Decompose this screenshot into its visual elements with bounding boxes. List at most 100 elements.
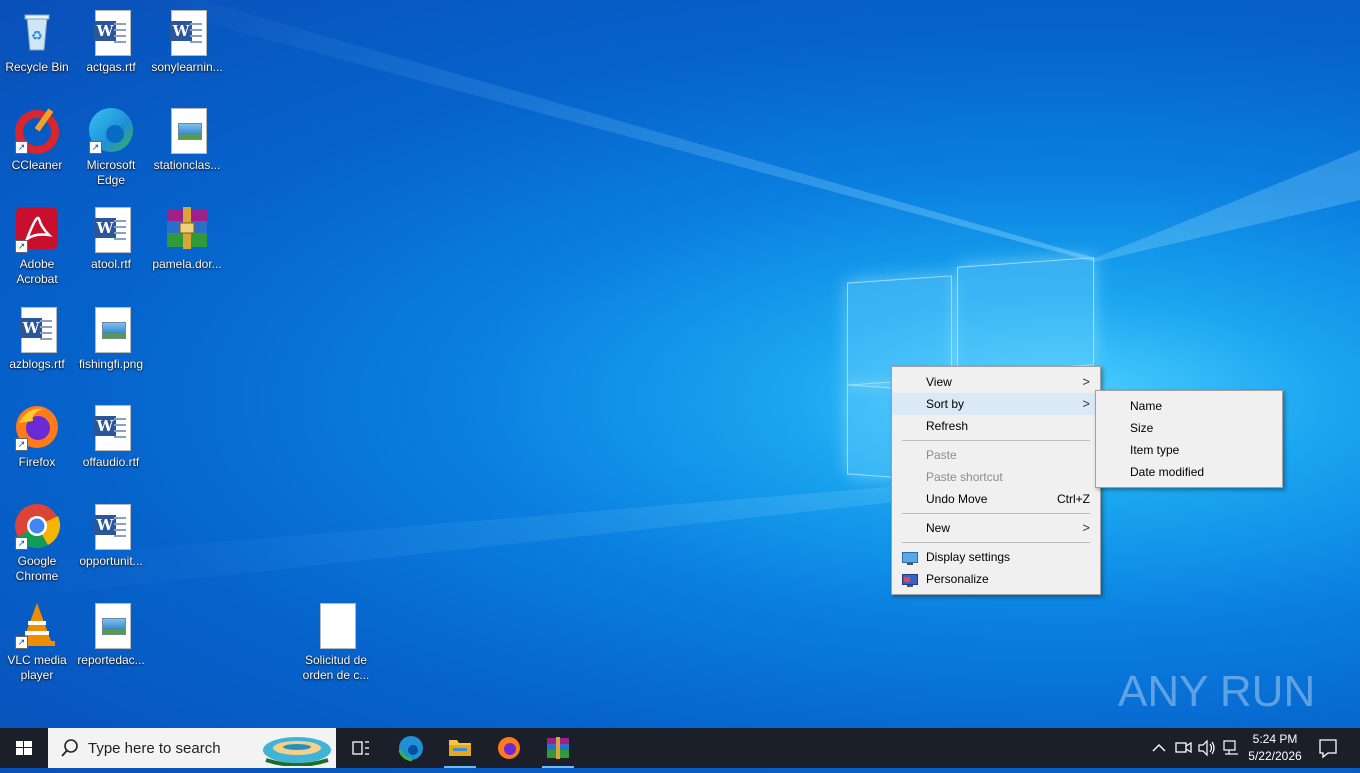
desktop-icon-actgas[interactable]: W actgas.rtf xyxy=(74,8,148,75)
menu-item-undo-move[interactable]: Undo Move Ctrl+Z xyxy=(892,488,1100,510)
menu-item-view[interactable]: View > xyxy=(892,371,1100,393)
menu-label: Paste xyxy=(926,448,957,462)
shortcut-label: Ctrl+Z xyxy=(1057,492,1090,506)
search-placeholder: Type here to search xyxy=(88,740,221,757)
volume-button[interactable] xyxy=(1196,728,1218,768)
menu-label: Item type xyxy=(1130,443,1180,457)
icon-label: Microsoft Edge xyxy=(86,158,136,187)
desktop-icon-pamela[interactable]: pamela.dor... xyxy=(150,205,224,272)
word-document-icon: W xyxy=(87,205,135,253)
menu-item-refresh[interactable]: Refresh xyxy=(892,415,1100,437)
chevron-right-icon: > xyxy=(1082,520,1090,535)
taskbar-winrar[interactable] xyxy=(537,728,579,768)
desktop-icon-opportunity[interactable]: W opportunit... xyxy=(74,502,148,569)
network-icon xyxy=(1223,740,1238,755)
anyrun-watermark: ANY RUN xyxy=(1118,656,1318,720)
icon-label: reportedac... xyxy=(77,653,145,667)
menu-label: Size xyxy=(1130,421,1154,435)
taskbar-search-box[interactable]: Type here to search xyxy=(48,728,336,768)
menu-item-new[interactable]: New > xyxy=(892,517,1100,539)
notification-icon xyxy=(1319,739,1337,759)
menu-label: Undo Move xyxy=(926,492,988,506)
chevron-right-icon: > xyxy=(1082,374,1090,389)
desktop-icon-sonylearning[interactable]: W sonylearnin... xyxy=(150,8,224,75)
desktop-icon-atool[interactable]: W atool.rtf xyxy=(74,205,148,272)
menu-separator xyxy=(902,440,1090,441)
show-hidden-icons-button[interactable] xyxy=(1148,728,1170,768)
winrar-icon xyxy=(547,737,569,759)
desktop-icon-google-chrome[interactable]: ↗ Google Chrome xyxy=(0,502,74,584)
image-file-icon xyxy=(87,305,135,353)
submenu-item-date-modified[interactable]: Date modified xyxy=(1096,461,1282,483)
icon-label: actgas.rtf xyxy=(86,60,136,74)
icon-label: fishingfi.png xyxy=(78,357,144,371)
desktop-context-menu: View > Sort by > Refresh Paste Paste short… xyxy=(891,366,1101,595)
anyrun-logo: ANY RUN xyxy=(1118,667,1315,716)
network-button[interactable] xyxy=(1220,728,1242,768)
menu-item-personalize[interactable]: Personalize xyxy=(892,568,1100,590)
icon-label: sonylearnin... xyxy=(151,60,223,74)
menu-label: Personalize xyxy=(926,572,989,586)
menu-label: Refresh xyxy=(926,419,969,433)
taskbar-edge[interactable] xyxy=(390,728,432,768)
desktop-icon-recycle-bin[interactable]: ♻ Recycle Bin xyxy=(0,8,74,75)
submenu-item-size[interactable]: Size xyxy=(1096,417,1282,439)
desktop-icon-vlc[interactable]: ↗ VLC media player xyxy=(0,601,74,683)
desktop-icon-microsoft-edge[interactable]: ↗ Microsoft Edge xyxy=(74,106,148,188)
word-document-icon: W xyxy=(87,502,135,550)
taskbar-firefox[interactable] xyxy=(488,728,530,768)
meet-now-button[interactable] xyxy=(1172,728,1194,768)
desktop-icon-fishingfi[interactable]: fishingfi.png xyxy=(74,305,148,372)
desktop[interactable]: ♻ Recycle Bin W actgas.rtf W sonylearnin… xyxy=(0,0,1360,728)
taskbar-file-explorer[interactable] xyxy=(439,728,481,768)
desktop-icon-offaudio[interactable]: W offaudio.rtf xyxy=(74,403,148,470)
winrar-archive-icon xyxy=(163,205,211,253)
edge-icon: ↗ xyxy=(87,106,135,154)
desktop-icon-firefox[interactable]: ↗ Firefox xyxy=(0,403,74,470)
desktop-icon-solicitud[interactable]: Solicitud de orden de c... xyxy=(299,601,373,683)
svg-text:ANY RUN: ANY RUN xyxy=(1118,667,1315,716)
icon-label: offaudio.rtf xyxy=(82,455,140,469)
word-document-icon: W xyxy=(87,8,135,56)
icon-label: opportunit... xyxy=(79,554,143,568)
firefox-icon xyxy=(498,737,520,759)
menu-item-sort-by[interactable]: Sort by > xyxy=(892,393,1100,415)
icon-label: Firefox xyxy=(18,455,56,469)
camera-icon xyxy=(1175,741,1192,754)
menu-label: Display settings xyxy=(926,550,1011,564)
icon-label: Google Chrome xyxy=(15,554,59,583)
submenu-item-item-type[interactable]: Item type xyxy=(1096,439,1282,461)
submenu-item-name[interactable]: Name xyxy=(1096,395,1282,417)
icon-label: azblogs.rtf xyxy=(9,357,65,371)
folder-icon xyxy=(449,740,471,756)
icon-label: stationclas... xyxy=(153,158,221,172)
menu-item-paste[interactable]: Paste xyxy=(892,444,1100,466)
edge-icon xyxy=(398,736,423,762)
chrome-icon: ↗ xyxy=(13,502,61,550)
menu-label: View xyxy=(926,375,952,389)
clock-time: 5:24 PM xyxy=(1252,732,1298,746)
icon-label: Adobe Acrobat xyxy=(16,257,58,286)
task-view-icon xyxy=(352,741,369,755)
icon-label: CCleaner xyxy=(11,158,63,172)
windows-logo-pane xyxy=(957,257,1094,375)
start-button[interactable] xyxy=(0,728,48,768)
task-view-button[interactable] xyxy=(340,728,380,768)
ccleaner-icon: ↗ xyxy=(13,106,61,154)
desktop-icon-reportedac[interactable]: reportedac... xyxy=(74,601,148,668)
word-document-icon: W xyxy=(13,305,61,353)
desktop-icon-azblogs[interactable]: W azblogs.rtf xyxy=(0,305,74,372)
word-document-icon: W xyxy=(163,8,211,56)
desktop-icon-stationclass[interactable]: stationclas... xyxy=(150,106,224,173)
menu-item-paste-shortcut[interactable]: Paste shortcut xyxy=(892,466,1100,488)
clock[interactable]: 5:24 PM 5/22/2026 xyxy=(1244,728,1306,768)
desktop-icon-adobe-acrobat[interactable]: ↗ Adobe Acrobat xyxy=(0,205,74,287)
menu-label: Paste shortcut xyxy=(926,470,1003,484)
action-center-button[interactable] xyxy=(1310,728,1346,768)
desktop-icon-ccleaner[interactable]: ↗ CCleaner xyxy=(0,106,74,173)
vlc-icon: ↗ xyxy=(13,601,61,649)
speaker-icon xyxy=(1198,739,1215,757)
menu-separator xyxy=(902,542,1090,543)
acrobat-icon: ↗ xyxy=(13,205,61,253)
menu-item-display-settings[interactable]: Display settings xyxy=(892,546,1100,568)
